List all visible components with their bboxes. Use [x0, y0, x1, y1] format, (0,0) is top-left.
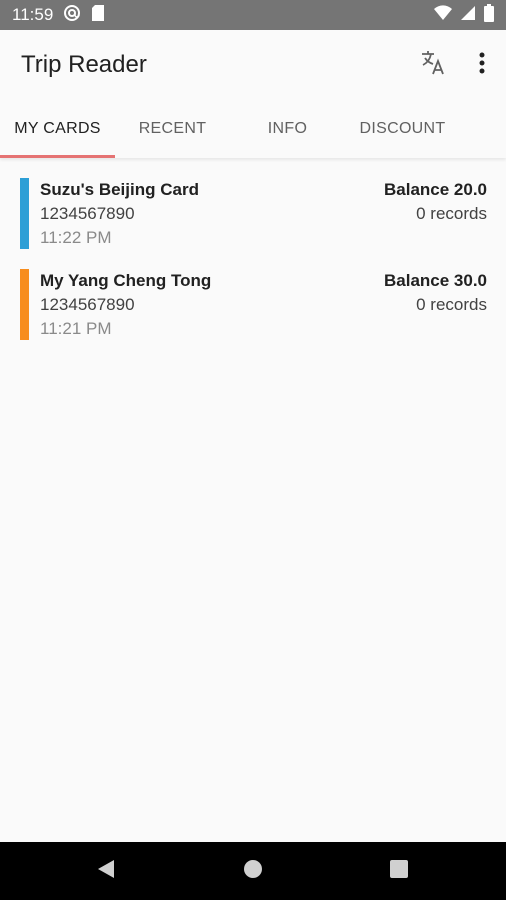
card-balance: Balance 30.0 — [383, 271, 487, 290]
recents-button[interactable] — [369, 842, 429, 900]
card-number: 1234567890 — [40, 204, 135, 223]
recents-icon — [390, 859, 408, 883]
home-icon — [243, 859, 263, 884]
card-color-stripe — [20, 269, 29, 340]
tab-label: INFO — [267, 120, 308, 137]
card-records: 0 records — [416, 295, 487, 314]
card-list: Suzu's Beijing Card Balance 20.0 1234567… — [0, 160, 506, 342]
list-item[interactable]: Suzu's Beijing Card Balance 20.0 1234567… — [0, 160, 506, 251]
more-vert-icon — [479, 52, 485, 79]
back-icon — [97, 859, 115, 884]
tab-label: MY CARDS — [14, 120, 101, 137]
navigation-bar — [0, 842, 506, 900]
at-sign-icon — [63, 4, 81, 27]
app-bar: Trip Reader — [0, 30, 506, 100]
status-right — [434, 3, 494, 27]
status-left: 11:59 — [12, 4, 105, 27]
status-bar: 11:59 — [0, 0, 506, 30]
card-time: 11:22 PM — [40, 228, 112, 247]
card-number: 1234567890 — [40, 295, 135, 314]
tab-recent[interactable]: RECENT — [115, 100, 230, 158]
card-balance: Balance 20.0 — [383, 180, 487, 199]
tab-my-cards[interactable]: MY CARDS — [0, 100, 115, 158]
card-time: 11:21 PM — [40, 319, 112, 338]
status-time: 11:59 — [12, 5, 54, 24]
tab-bar: MY CARDS RECENT INFO DISCOUNT — [0, 100, 506, 158]
tab-label: DISCOUNT — [359, 120, 446, 137]
back-button[interactable] — [76, 842, 136, 900]
tab-discount[interactable]: DISCOUNT — [345, 100, 460, 158]
list-item[interactable]: My Yang Cheng Tong Balance 30.0 12345678… — [0, 251, 506, 342]
battery-icon — [484, 3, 494, 27]
card-name: Suzu's Beijing Card — [40, 180, 199, 199]
tab-label: RECENT — [138, 120, 207, 137]
translate-button[interactable] — [410, 41, 458, 89]
card-records: 0 records — [416, 204, 487, 223]
app-actions — [410, 41, 506, 89]
card-name: My Yang Cheng Tong — [40, 271, 212, 290]
sd-card-icon — [91, 4, 105, 27]
more-options-button[interactable] — [458, 41, 506, 89]
card-color-stripe — [20, 178, 29, 249]
tab-info[interactable]: INFO — [230, 100, 345, 158]
translate-icon — [420, 49, 448, 82]
signal-icon — [460, 5, 476, 26]
wifi-icon — [434, 4, 452, 26]
app-title: Trip Reader — [21, 51, 147, 78]
home-button[interactable] — [223, 842, 283, 900]
